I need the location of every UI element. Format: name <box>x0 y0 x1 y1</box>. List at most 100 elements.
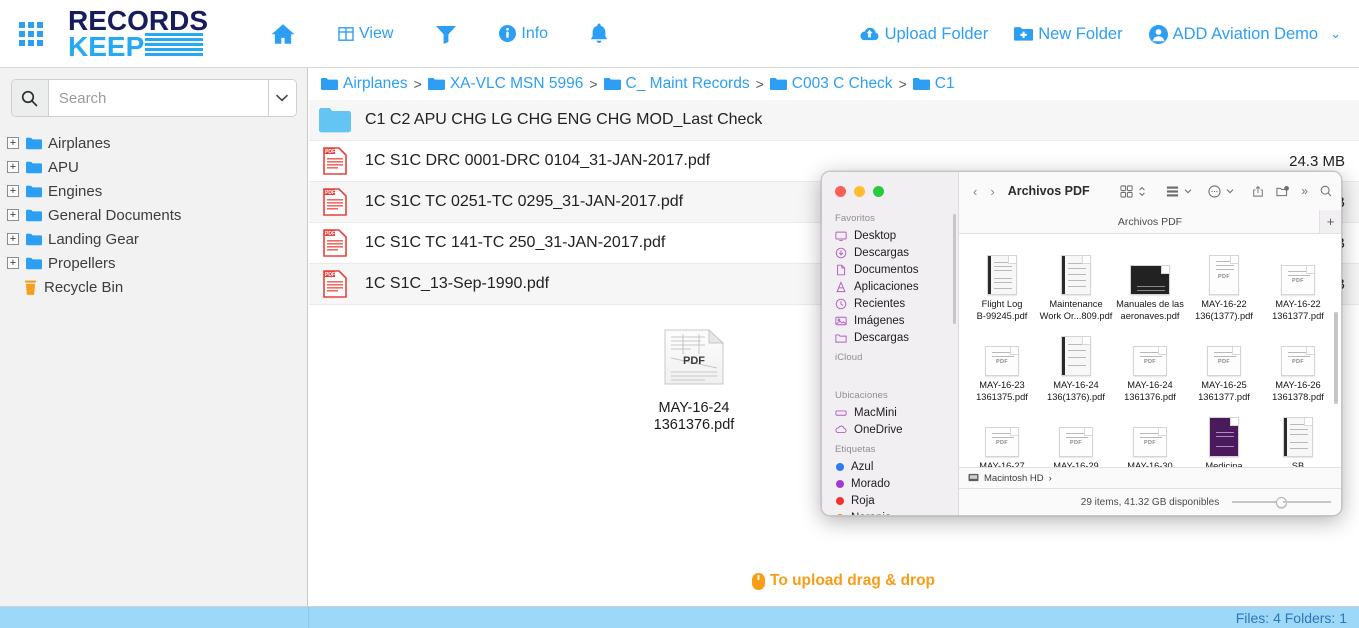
folder-icon <box>321 77 338 91</box>
finder-sidebar-item-documentos[interactable]: Documentos <box>822 261 958 278</box>
breadcrumb-item-maint-records[interactable]: C_ Maint Records <box>604 75 750 93</box>
share-icon[interactable] <box>1252 185 1264 198</box>
list-item[interactable]: Manuales de lasaeronaves.pdf <box>1113 243 1187 322</box>
finder-window[interactable]: Favoritos Desktop Descargas Documentos <box>821 171 1342 516</box>
account-menu[interactable]: ADD Aviation Demo ⌄ <box>1149 25 1341 44</box>
apps-grid-icon[interactable] <box>16 19 46 49</box>
chevron-left-icon[interactable]: ‹ <box>973 184 977 199</box>
expand-icon[interactable] <box>7 233 19 245</box>
list-item[interactable]: PDF MAY-16-301361382.pdf <box>1113 405 1187 467</box>
list-item[interactable]: PDF MAY-16-271361379.pdf <box>965 405 1039 467</box>
breadcrumb-item-c1[interactable]: C1 <box>913 75 955 93</box>
search-input[interactable] <box>49 80 268 116</box>
finder-tag-morado[interactable]: Morado <box>822 475 958 492</box>
table-row[interactable]: C1 C2 APU CHG LG CHG ENG CHG MOD_Last Ch… <box>309 100 1359 141</box>
finder-section-favoritos: Favoritos <box>822 207 958 227</box>
finder-sidebar-scrollbar[interactable] <box>953 214 956 324</box>
sidebar-item-apu[interactable]: APU <box>0 155 307 179</box>
list-item[interactable]: PDF MAY-16-291361381.pdf <box>1039 405 1113 467</box>
finder-tag-naranja[interactable]: Naranja <box>822 509 958 515</box>
breadcrumb-item-xa-vlc[interactable]: XA-VLC MSN 5996 <box>428 75 584 93</box>
chevron-down-icon[interactable] <box>1226 187 1234 195</box>
tag-dot-icon <box>836 497 844 505</box>
sidebar-item-engines[interactable]: Engines <box>0 179 307 203</box>
list-item[interactable]: PDF MAY-16-231361375.pdf <box>965 324 1039 403</box>
finder-path-chevron: › <box>1049 473 1052 484</box>
sidebar-item-recycle-bin[interactable]: Recycle Bin <box>0 275 307 299</box>
finder-sidebar-item-macmini[interactable]: MacMini <box>822 404 958 421</box>
list-item[interactable]: PDF MAY-16-251361377.pdf <box>1187 324 1261 403</box>
left-sidebar: Airplanes APU Engines <box>0 68 308 606</box>
finder-sidebar-item-recientes[interactable]: Recientes <box>822 295 958 312</box>
notifications-button[interactable] <box>588 22 610 46</box>
sidebar-item-airplanes[interactable]: Airplanes <box>0 131 307 155</box>
file-label-line2: B-99245.pdf <box>965 311 1039 323</box>
list-item[interactable]: PDF MAY-16-221361377.pdf <box>1261 243 1335 322</box>
list-item[interactable]: MedicinaAeronati...Civil.pdf <box>1187 405 1261 467</box>
trash-icon <box>24 280 37 295</box>
info-circle-icon <box>499 25 516 42</box>
chevron-down-icon[interactable] <box>1184 187 1192 195</box>
search-icon[interactable] <box>1320 185 1332 197</box>
finder-sidebar-item-descargas-folder[interactable]: Descargas <box>822 329 958 346</box>
list-item[interactable]: PDF MAY-16-22136(1377).pdf <box>1187 243 1261 322</box>
list-item[interactable]: Flight LogB-99245.pdf <box>965 243 1039 322</box>
view-button[interactable]: View <box>338 25 393 43</box>
expand-icon[interactable] <box>7 161 19 173</box>
table-view-icon <box>338 26 354 42</box>
finder-tag-roja[interactable]: Roja <box>822 492 958 509</box>
sort-chevrons-icon[interactable] <box>1138 185 1146 198</box>
header-actions: Upload Folder New Folder ADD Aviation De… <box>859 0 1341 68</box>
list-item[interactable]: PDF MAY-16-261361378.pdf <box>1261 324 1335 403</box>
more-ellipsis-icon[interactable] <box>1208 185 1221 198</box>
overflow-chevrons-icon[interactable]: » <box>1301 184 1308 198</box>
folder-icon <box>26 209 42 222</box>
expand-icon[interactable] <box>7 209 19 221</box>
list-item[interactable]: SB757-24-...995.pdf <box>1261 405 1335 467</box>
search-button[interactable] <box>12 80 49 116</box>
upload-folder-button[interactable]: Upload Folder <box>859 25 989 44</box>
logo-line1: RECORDS <box>68 8 230 33</box>
expand-icon[interactable] <box>7 137 19 149</box>
group-list-icon[interactable] <box>1166 185 1179 198</box>
pdf-document-icon: PDF <box>317 188 353 216</box>
new-folder-button[interactable]: New Folder <box>1014 25 1122 44</box>
finder-path-label[interactable]: Macintosh HD <box>984 473 1044 484</box>
info-button[interactable]: Info <box>499 25 548 43</box>
app-header: RECORDS KEEP View <box>0 0 1359 68</box>
breadcrumb-item-airplanes[interactable]: Airplanes <box>321 75 408 93</box>
breadcrumb-item-c003-c-check[interactable]: C003 C Check <box>770 75 893 93</box>
tag-folder-icon[interactable] <box>1276 185 1289 198</box>
finder-tag-azul[interactable]: Azul <box>822 458 958 475</box>
close-button[interactable] <box>835 186 846 197</box>
file-label-line1: MAY-16-24 <box>1039 380 1113 392</box>
finder-tab-bar[interactable]: Archivos PDF + <box>959 210 1341 234</box>
expand-icon[interactable] <box>7 185 19 197</box>
sidebar-item-general-documents[interactable]: General Documents <box>0 203 307 227</box>
chevron-right-icon[interactable]: › <box>990 184 994 199</box>
search-dropdown-toggle[interactable] <box>268 80 296 116</box>
finder-sidebar-item-desktop[interactable]: Desktop <box>822 227 958 244</box>
pdf-thumbnail: PDF <box>985 427 1019 457</box>
list-item[interactable]: PDF MAY-16-241361376.pdf <box>1113 324 1187 403</box>
sidebar-item-propellers[interactable]: Propellers <box>0 251 307 275</box>
finder-sidebar-item-descargas[interactable]: Descargas <box>822 244 958 261</box>
new-tab-button[interactable]: + <box>1319 210 1341 233</box>
maximize-button[interactable] <box>873 186 884 197</box>
list-item[interactable]: MAY-16-24136(1376).pdf <box>1039 324 1113 403</box>
list-item[interactable]: MaintenanceWork Or...809.pdf <box>1039 243 1113 322</box>
applications-icon <box>835 281 847 293</box>
chevron-down-icon[interactable]: ⌄ <box>1330 26 1341 42</box>
home-button[interactable] <box>268 21 298 47</box>
minimize-button[interactable] <box>854 186 865 197</box>
finder-grid-scrollbar[interactable] <box>1334 312 1338 404</box>
icon-size-slider[interactable] <box>1232 497 1331 508</box>
finder-sidebar-item-onedrive[interactable]: OneDrive <box>822 421 958 438</box>
finder-sidebar-item-imagenes[interactable]: Imágenes <box>822 312 958 329</box>
finder-sidebar-item-aplicaciones[interactable]: Aplicaciones <box>822 278 958 295</box>
expand-icon[interactable] <box>7 257 19 269</box>
dragged-file[interactable]: PDF MAY-16-24 1361376.pdf <box>639 328 749 433</box>
sidebar-item-landing-gear[interactable]: Landing Gear <box>0 227 307 251</box>
filter-button[interactable] <box>435 24 457 44</box>
grid-view-icon[interactable] <box>1120 185 1133 198</box>
